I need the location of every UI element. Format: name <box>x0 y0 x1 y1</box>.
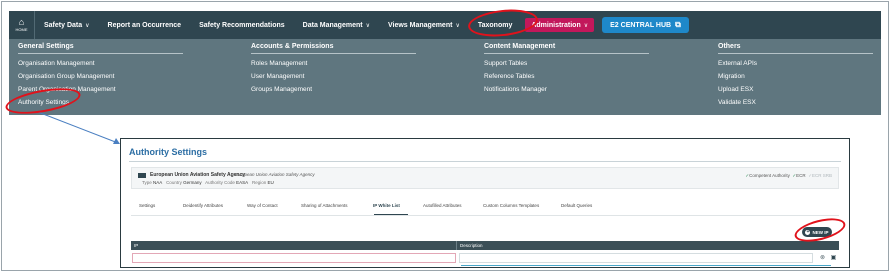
actions-column-header <box>811 241 839 250</box>
tab-autofilled-attributes[interactable]: Autofilled Attributes <box>423 203 483 208</box>
status-competent-authority: Competent Authority <box>749 173 790 178</box>
settings-tabs: Settings Deidentify Attributes Way of Co… <box>139 203 611 208</box>
description-input[interactable] <box>459 253 813 263</box>
country-value: Germany <box>183 180 202 185</box>
callout-arrow-line <box>37 111 119 144</box>
organisation-meta: Type NAA Country Germany Authority Code … <box>142 180 274 185</box>
tab-ip-white-list[interactable]: IP White List <box>373 203 423 208</box>
tab-sharing-of-attachments[interactable]: Sharing of Attachments <box>301 203 373 208</box>
save-icon[interactable]: ▣ <box>830 255 837 262</box>
region-value: EU <box>267 180 274 185</box>
organisation-name: European Union Aviation Safety Agency <box>150 172 246 178</box>
column-header-description: Description <box>460 243 483 248</box>
organisation-subtitle: European Union Aviation Safety Agency <box>235 172 315 177</box>
table-row: ⊗ ▣ <box>131 251 839 265</box>
authority-code-value: EASA <box>236 180 249 185</box>
ip-table-header: IP Description <box>131 241 811 250</box>
authority-settings-panel: Authority Settings European Union Aviati… <box>120 138 850 268</box>
organisation-card: European Union Aviation Safety Agency Eu… <box>131 167 839 189</box>
region-label: Region <box>251 180 267 185</box>
row-focus-underline <box>461 265 831 266</box>
tab-way-of-contact[interactable]: Way of Contact <box>247 203 301 208</box>
tab-settings[interactable]: Settings <box>139 203 183 208</box>
tab-deidentify-attributes[interactable]: Deidentify Attributes <box>183 203 247 208</box>
country-label: Country <box>166 180 182 185</box>
type-value: NAA <box>153 180 163 185</box>
authority-code-label: Authority Code <box>205 180 235 185</box>
flag-icon <box>138 173 146 178</box>
tab-default-queries[interactable]: Default Queries <box>561 203 611 208</box>
status-ecr: ECR <box>796 173 806 178</box>
tabs-divider <box>131 215 839 216</box>
status-ecr-srb: ECR SRB <box>811 173 832 178</box>
column-header-ip: IP <box>131 241 457 250</box>
tab-custom-columns-templates[interactable]: Custom Columns Templates <box>483 203 561 208</box>
cancel-icon[interactable]: ⊗ <box>819 255 826 262</box>
ip-input[interactable] <box>132 253 456 263</box>
page-title: Authority Settings <box>129 147 207 157</box>
title-divider <box>129 161 841 162</box>
organisation-status-flags: ✓Competent Authority ✓ECR ✓ECR SRB <box>745 173 832 179</box>
type-label: Type <box>142 180 152 185</box>
